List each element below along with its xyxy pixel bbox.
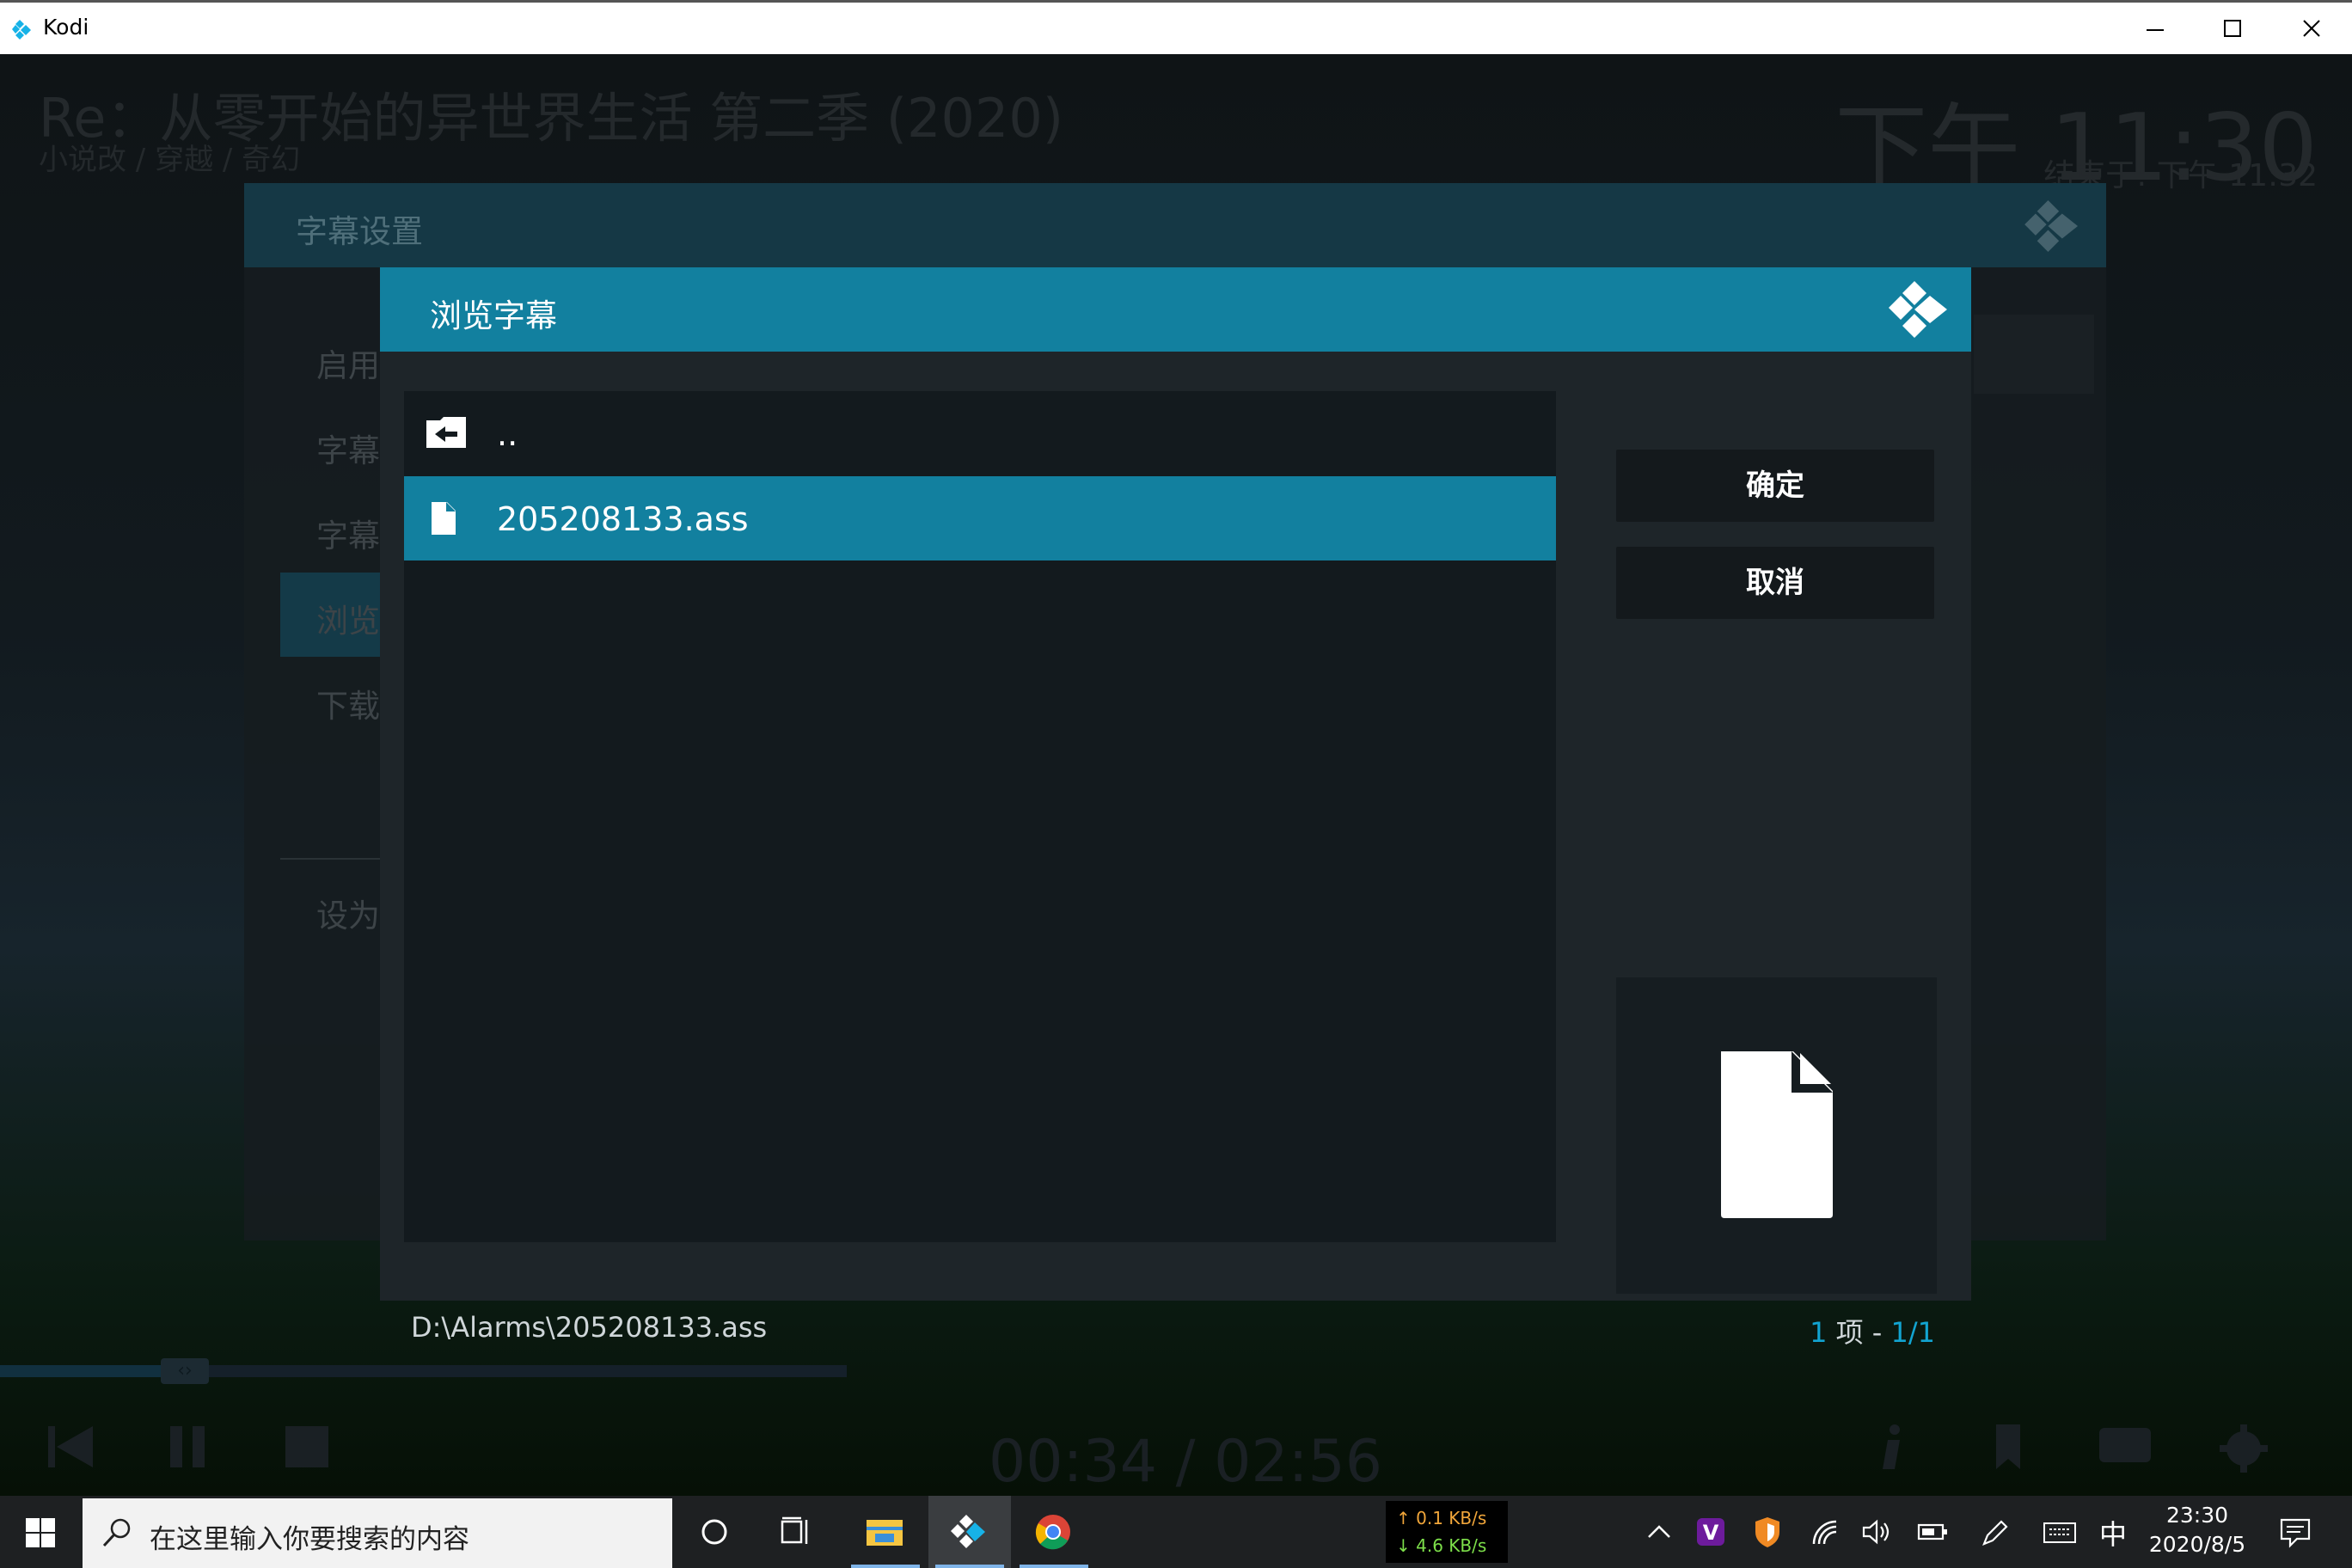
file-row-label: .. <box>497 415 518 453</box>
running-indicator <box>851 1565 920 1568</box>
stop-icon[interactable] <box>284 1423 332 1471</box>
file-row-selected[interactable]: 205208133.ass <box>404 476 1556 560</box>
file-explorer-button[interactable] <box>844 1496 927 1568</box>
input-method-indicator[interactable]: 中 <box>2099 1513 2127 1553</box>
file-row-label: 205208133.ass <box>497 500 749 538</box>
cancel-button[interactable]: 取消 <box>1616 547 1934 619</box>
kodi-logo-icon <box>12 20 31 40</box>
network-speed-widget: ↑ 0.1 KB/s ↓ 4.6 KB/s <box>1386 1501 1508 1563</box>
file-preview-icon <box>1721 1051 1833 1218</box>
running-indicator <box>1020 1565 1088 1568</box>
file-list: .. 205208133.ass <box>404 391 1556 1242</box>
info-icon[interactable] <box>1879 1423 1905 1471</box>
maximize-icon <box>2224 20 2241 37</box>
kodi-logo-icon <box>1889 281 1947 338</box>
kodi-logo-icon <box>2024 200 2078 252</box>
settings-header: 字幕设置 <box>244 183 2106 267</box>
kodi-logo-icon <box>951 1515 985 1548</box>
close-button[interactable] <box>2273 3 2350 54</box>
download-speed: ↓ 4.6 KB/s <box>1396 1535 1487 1556</box>
settings-value-area <box>1974 315 2094 394</box>
shield-icon[interactable] <box>1750 1515 1785 1549</box>
window-titlebar: Kodi <box>0 0 2352 54</box>
keyboard-icon[interactable] <box>2043 1515 2077 1549</box>
file-icon <box>432 502 456 535</box>
browse-subtitles-dialog: 浏览字幕 .. 205208133.ass 确定 取消 D:\Alarms\20… <box>380 267 1971 1349</box>
cortana-button[interactable] <box>674 1496 756 1568</box>
bookmark-icon[interactable] <box>1994 1423 2022 1471</box>
item-count: 1 项 - 1/1 <box>1810 1316 1935 1349</box>
file-explorer-icon <box>867 1520 903 1546</box>
browse-title: 浏览字幕 <box>430 297 557 334</box>
upload-speed: ↑ 0.1 KB/s <box>1396 1508 1487 1528</box>
playback-time: 00:34 / 02:56 <box>989 1428 1383 1496</box>
chrome-taskbar-button[interactable] <box>1013 1496 1095 1568</box>
maximize-button[interactable] <box>2194 3 2271 54</box>
minimize-icon <box>2147 29 2164 31</box>
previous-icon[interactable] <box>45 1423 96 1471</box>
window-title: Kodi <box>43 15 89 40</box>
kodi-taskbar-button[interactable] <box>928 1496 1011 1568</box>
ok-button[interactable]: 确定 <box>1616 450 1934 522</box>
task-view-button[interactable] <box>756 1496 839 1568</box>
cortana-icon <box>701 1519 727 1545</box>
file-preview <box>1616 977 1937 1294</box>
selected-file-path: D:\Alarms\205208133.ass <box>411 1311 768 1344</box>
settings-title: 字幕设置 <box>296 213 423 250</box>
close-icon <box>2303 20 2320 37</box>
windows-logo-icon <box>26 1518 55 1547</box>
kodi-player-area: Re：从零开始的异世界生活 第二季 (2020) 小说改 / 穿越 / 奇幻 下… <box>0 54 2352 1496</box>
parent-folder-row[interactable]: .. <box>404 391 1556 475</box>
task-view-icon <box>781 1516 808 1544</box>
browse-header: 浏览字幕 <box>380 267 1971 352</box>
battery-icon[interactable] <box>1915 1515 1950 1549</box>
svg-text:V: V <box>1703 1521 1719 1545</box>
chevron-up-icon[interactable] <box>1642 1515 1676 1549</box>
chrome-icon <box>1035 1515 1070 1550</box>
system-time[interactable]: 23:30 <box>2146 1503 2249 1528</box>
pen-icon[interactable] <box>1977 1515 2012 1549</box>
windows-taskbar: 在这里输入你要搜索的内容 ↑ 0.1 KB/s ↓ 4.6 KB/s V 中 2… <box>0 1496 2352 1568</box>
seek-handle[interactable]: ‹› <box>161 1358 209 1384</box>
app-v-icon[interactable]: V <box>1694 1515 1728 1549</box>
network-icon[interactable] <box>1807 1515 1841 1549</box>
minimize-button[interactable] <box>2116 3 2194 54</box>
pause-icon[interactable] <box>168 1423 208 1471</box>
seek-bar-progress <box>0 1365 161 1377</box>
subtitles-icon[interactable] <box>2098 1423 2153 1471</box>
video-genre: 小说改 / 穿越 / 奇幻 <box>39 143 301 177</box>
folder-back-icon <box>426 417 466 448</box>
notification-icon[interactable] <box>2278 1515 2312 1549</box>
start-button[interactable] <box>0 1496 83 1568</box>
volume-icon[interactable] <box>1859 1515 1893 1549</box>
running-indicator <box>935 1565 1004 1568</box>
search-placeholder: 在这里输入你要搜索的内容 <box>150 1524 469 1555</box>
settings-gear-icon[interactable] <box>2218 1423 2269 1474</box>
system-date[interactable]: 2020/8/5 <box>2146 1532 2249 1557</box>
search-icon <box>102 1518 131 1547</box>
taskbar-search-box[interactable]: 在这里输入你要搜索的内容 <box>83 1498 672 1568</box>
